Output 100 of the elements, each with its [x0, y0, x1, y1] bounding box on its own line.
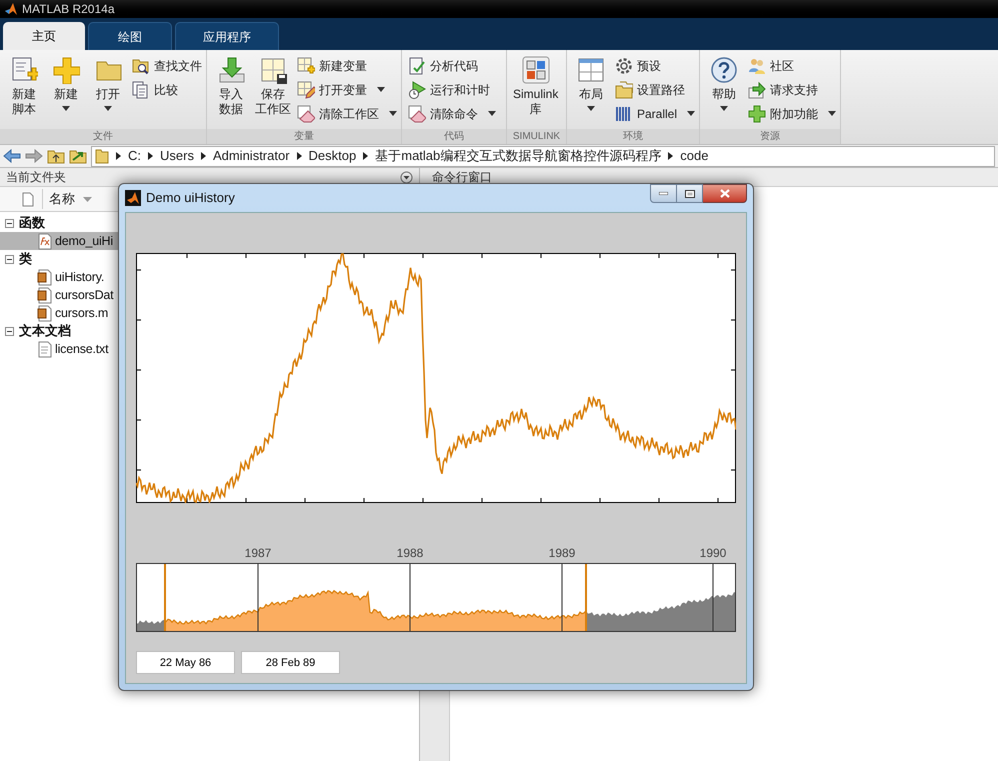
breadcrumb-arrow-icon [668, 152, 674, 160]
text-file-icon [37, 340, 53, 358]
range-selector-drawing[interactable] [136, 563, 736, 632]
folders-icon [615, 80, 633, 98]
plus-icon [52, 56, 80, 84]
folder-search-icon [132, 56, 150, 74]
ribbon-button[interactable]: 清除命令 [408, 104, 496, 123]
group-label: SIMULINK [507, 129, 566, 144]
breadcrumb-arrow-icon [296, 152, 302, 160]
file-item[interactable]: cursorsDat [0, 286, 118, 304]
file-item[interactable]: license.txt [0, 340, 118, 358]
path-segment[interactable]: Desktop [308, 146, 356, 166]
breadcrumb-arrow-icon [148, 152, 153, 160]
file-item[interactable]: demo_uiHi [0, 232, 118, 250]
ribbon-button[interactable]: Parallel [615, 104, 696, 123]
window-title: Demo uiHistory [146, 189, 235, 208]
ribbon-button[interactable]: 比较 [132, 80, 202, 99]
ribbon-button[interactable]: 导入 数据 [211, 56, 251, 117]
ribbon-button[interactable]: 分析代码 [408, 56, 496, 75]
ribbon-button[interactable]: 打开变量 [297, 80, 397, 99]
gear-icon [615, 56, 633, 74]
tree-group-label: 类 [19, 250, 32, 268]
ribbon-button[interactable]: Simulink 库 [511, 56, 560, 117]
year-label: 1987 [244, 545, 272, 562]
panel-menu-button[interactable] [400, 170, 413, 184]
path-segment[interactable]: code [680, 146, 708, 166]
eraser-icon [297, 104, 315, 122]
file-item[interactable]: uiHistory. [0, 268, 118, 286]
sort-caret-icon [83, 196, 92, 202]
year-label: 1990 [700, 545, 726, 562]
maximize-button[interactable] [677, 184, 703, 203]
path-segment[interactable]: Administrator [212, 146, 290, 166]
eraser-icon [408, 104, 426, 122]
breadcrumb-arrow-icon [363, 152, 368, 160]
panel-title: 命令行窗口 [432, 169, 492, 186]
path-segment[interactable]: 基于matlab编程交互式数据导航窗格控件源码程序 [375, 146, 662, 166]
ribbon-button[interactable]: 保存 工作区 [253, 56, 293, 117]
checklist-icon [408, 56, 426, 74]
file-item[interactable]: cursors.m [0, 304, 118, 322]
back-button[interactable] [3, 149, 21, 163]
ribbon-button[interactable]: 新建变量 [297, 56, 397, 75]
collapse-button[interactable] [5, 326, 14, 336]
browse-folder-button[interactable] [69, 148, 87, 164]
close-icon [720, 189, 730, 198]
path-segment[interactable]: Users [160, 146, 194, 166]
group-label: 文件 [0, 129, 206, 144]
minimize-icon [659, 192, 668, 195]
left-arrow-icon [3, 149, 21, 163]
path-segment[interactable]: C: [128, 146, 141, 166]
blocks-icon [522, 56, 550, 84]
grid-pencil-icon [297, 80, 315, 98]
play-clock-icon [408, 80, 426, 98]
document-icon [22, 192, 34, 206]
ribbon-button[interactable]: 查找文件 [132, 56, 202, 75]
ribbon-button[interactable]: 清除工作区 [297, 104, 397, 123]
ribbon-tab[interactable]: 绘图 [88, 22, 172, 50]
ribbon-button[interactable]: 附加功能 [748, 104, 836, 123]
date-field[interactable]: 22 May 86 [136, 651, 235, 674]
date-field[interactable]: 28 Feb 89 [241, 651, 340, 674]
ribbon-button[interactable]: 打开 [88, 56, 128, 111]
ribbon-button[interactable]: 社区 [748, 56, 836, 75]
ribbon-button[interactable]: 设置路径 [615, 80, 696, 99]
ribbon-button[interactable]: 运行和计时 [408, 80, 496, 99]
minus-box-icon [5, 326, 14, 336]
up-folder-button[interactable] [47, 148, 65, 164]
ribbon-button[interactable]: 新建 [46, 56, 86, 111]
right-arrow-icon [25, 149, 43, 163]
column-header[interactable]: 名称 [0, 187, 118, 212]
ribbon-tab[interactable]: 主页 [3, 22, 85, 50]
documents-icon [132, 80, 150, 98]
group-label: 环境 [567, 129, 700, 144]
tree-group-label: 文本文档 [19, 322, 71, 340]
class-file-icon [37, 286, 53, 304]
minus-box-icon [5, 254, 14, 264]
grid-save-icon [259, 56, 287, 84]
folder-icon [95, 148, 109, 164]
folder-arrow-icon [69, 148, 87, 164]
plus-icon [748, 104, 766, 122]
collapse-button[interactable] [5, 254, 14, 264]
download-arrow-icon [217, 56, 245, 84]
ribbon-button[interactable]: 布局 [571, 56, 611, 111]
class-file-icon [37, 268, 53, 286]
breadcrumb-arrow-icon [116, 152, 121, 160]
layout-icon [577, 56, 605, 84]
close-button[interactable] [703, 184, 747, 203]
ribbon-tab[interactable]: 应用程序 [175, 22, 279, 50]
arrow-envelope-icon [748, 80, 766, 98]
ribbon-button[interactable]: 帮助 [704, 56, 744, 111]
address-bar[interactable]: C: Users Administrator Desktop 基于matlab编程交互式数据导航窗格控件源码程序 code [91, 146, 995, 166]
breadcrumb-arrow-icon [200, 152, 206, 160]
ribbon-button[interactable]: 请求支持 [748, 80, 836, 99]
ribbon-button[interactable]: 新建 脚本 [4, 56, 44, 117]
folder-up-arrow-icon [47, 148, 65, 164]
tree-group-label: 函数 [19, 214, 45, 232]
matlab-logo-icon [125, 190, 141, 206]
minimize-button[interactable] [650, 184, 677, 203]
ribbon-button[interactable]: 预设 [615, 56, 696, 75]
collapse-button[interactable] [5, 218, 14, 228]
bars-icon [615, 104, 633, 122]
group-label: 代码 [402, 129, 506, 144]
